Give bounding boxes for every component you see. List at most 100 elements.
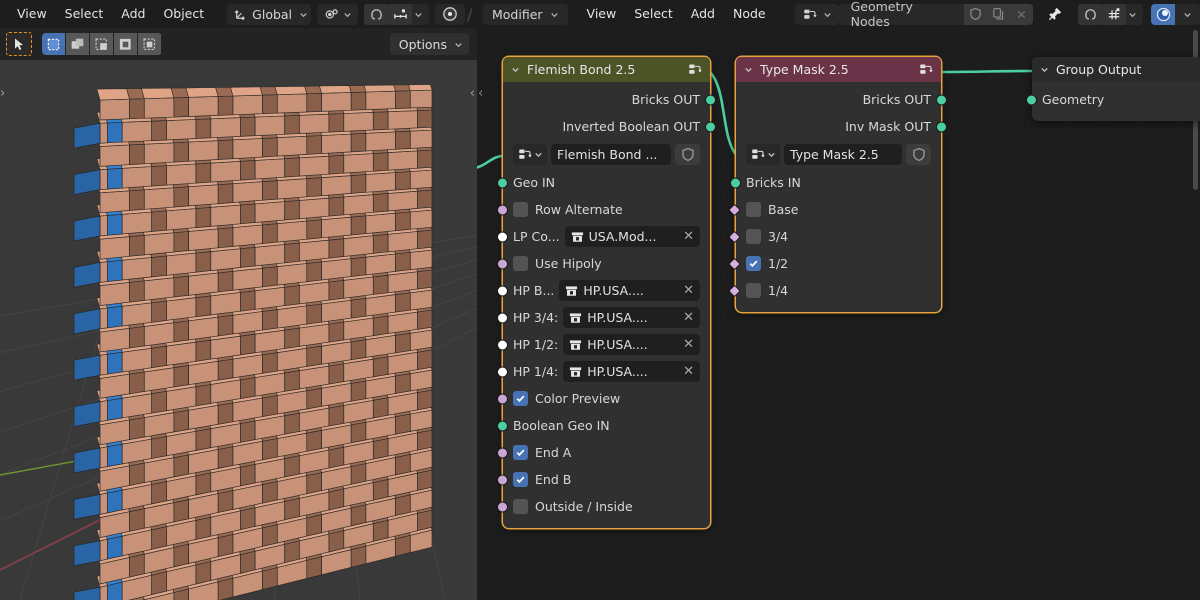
x-icon[interactable]: ✕ [683,310,696,325]
node-header-type-mask[interactable]: Type Mask 2.5 [736,57,941,82]
node-input-checkbox-row[interactable]: Use Hipoly [497,250,710,277]
node-menu-add[interactable]: Add [682,3,724,25]
node-group-output[interactable]: Group Output Geometry [1026,57,1200,121]
object-selector-field[interactable]: HP.USA.... ✕ [563,361,700,382]
node-input-checkbox-row[interactable]: 1/2 [728,250,941,277]
checkbox[interactable] [513,202,528,217]
object-selector-field[interactable]: HP.USA.... ✕ [563,307,700,328]
node-menu-view[interactable]: View [578,3,626,25]
socket[interactable] [497,285,508,296]
browse-node-group-dropdown[interactable] [794,3,839,25]
node-group-name[interactable]: Geometry Nodes [839,0,964,29]
node-header-flemish-bond[interactable]: Flemish Bond 2.5 [503,57,710,82]
node-input-checkbox-row[interactable]: 3/4 [728,223,941,250]
fake-user-shield-button[interactable] [906,144,931,165]
socket[interactable] [497,447,508,458]
snap-magnet-icon[interactable] [1078,3,1102,25]
node-input-checkbox-row[interactable]: End A [497,439,710,466]
socket[interactable] [497,366,508,377]
browse-node-group-dropdown[interactable] [746,144,780,165]
checkbox[interactable] [746,256,761,271]
socket[interactable] [705,94,716,105]
node-flemish-bond[interactable]: Flemish Bond 2.5 Bricks OUT Inverted Boole… [497,57,716,528]
chevron-down-icon[interactable] [1127,9,1138,20]
checkbox[interactable] [513,499,528,514]
node-menu-select[interactable]: Select [625,3,682,25]
checkbox[interactable] [746,202,761,217]
socket[interactable] [730,177,741,188]
socket[interactable] [497,177,508,188]
node-header-group-output[interactable]: Group Output [1032,57,1200,82]
checkbox[interactable] [513,256,528,271]
select-box-new-icon[interactable] [42,33,66,55]
node-input-checkbox-row[interactable]: Row Alternate [497,196,710,223]
socket[interactable] [497,231,508,242]
socket[interactable] [497,312,508,323]
brick-wall-object[interactable] [0,28,477,600]
socket[interactable] [705,121,716,132]
object-selector-field[interactable]: HP.USA.... ✕ [563,334,700,355]
new-copy-icon[interactable] [986,3,1010,25]
select-box-extend-icon[interactable] [66,33,90,55]
x-icon[interactable]: ✕ [683,283,696,298]
fake-user-shield-icon[interactable] [963,3,987,25]
socket[interactable] [1026,94,1037,105]
node-input-checkbox-row[interactable]: 1/4 [728,277,941,304]
viewport-menu-view[interactable]: View [8,3,56,25]
select-box-intersect-icon[interactable] [138,33,162,55]
socket[interactable] [497,474,508,485]
proportional-editing-toggle[interactable] [435,3,466,25]
node-input-checkbox-row[interactable]: Color Preview [497,385,710,412]
socket[interactable] [497,204,508,215]
socket[interactable] [936,94,947,105]
snap-grid-icon[interactable] [1102,3,1126,25]
editor-mode-dropdown[interactable]: Modifier [483,3,568,25]
checkbox[interactable] [513,472,528,487]
checkbox[interactable] [513,391,528,406]
node-input-checkbox-row[interactable]: Base [728,196,941,223]
viewport-menu-select[interactable]: Select [56,3,113,25]
object-selector-field[interactable]: USA.Mod... ✕ [564,226,700,247]
tweak-cursor-icon[interactable] [6,32,32,56]
viewport-right-panel-arrow[interactable]: ‹ [470,86,475,101]
viewport-left-panel-arrow[interactable]: › [0,86,5,101]
x-icon[interactable]: ✕ [683,229,696,244]
checkbox[interactable] [513,445,528,460]
node-input-checkbox-row[interactable]: End B [497,466,710,493]
socket[interactable] [936,121,947,132]
node-input-checkbox-row[interactable]: Outside / Inside [497,493,710,520]
viewport-options-button[interactable]: Options [389,33,469,55]
snap-magnet-icon[interactable] [364,3,389,25]
socket[interactable] [497,420,508,431]
x-icon[interactable]: ✕ [683,337,696,352]
node-editor-left-arrow[interactable]: ‹ [478,86,483,101]
socket[interactable] [497,501,508,512]
node-type-mask[interactable]: Type Mask 2.5 Bricks OUT Inv Mask OUT Type … [728,57,947,312]
pivot-point-dropdown[interactable] [317,3,359,25]
node-group-name-field[interactable]: Flemish Bond ... [551,144,671,165]
3d-viewport[interactable]: Options › ‹ [0,28,477,600]
overlays-sphere-icon[interactable] [1151,3,1175,25]
transform-orientation-dropdown[interactable]: Global [227,3,312,25]
object-selector-field[interactable]: HP.USA.... ✕ [559,280,700,301]
chevron-down-icon[interactable] [413,9,424,20]
select-box-invert-icon[interactable] [114,33,138,55]
checkbox[interactable] [746,283,761,298]
browse-node-group-dropdown[interactable] [513,144,547,165]
viewport-menu-object[interactable]: Object [154,3,213,25]
socket[interactable] [497,393,508,404]
brick-face [151,210,167,232]
snap-increment-icon[interactable] [388,3,413,25]
viewport-menu-add[interactable]: Add [112,3,154,25]
socket[interactable] [497,258,508,269]
select-box-subtract-icon[interactable] [90,33,114,55]
fake-user-shield-button[interactable] [675,144,700,165]
chevron-down-icon[interactable] [1182,9,1193,20]
node-menu-node[interactable]: Node [724,3,775,25]
x-icon[interactable]: ✕ [683,364,696,379]
node-group-name-field[interactable]: Type Mask 2.5 [784,144,902,165]
pin-icon[interactable] [1043,4,1066,25]
checkbox[interactable] [746,229,761,244]
unlink-x-icon[interactable] [1009,3,1033,25]
socket[interactable] [497,339,508,350]
